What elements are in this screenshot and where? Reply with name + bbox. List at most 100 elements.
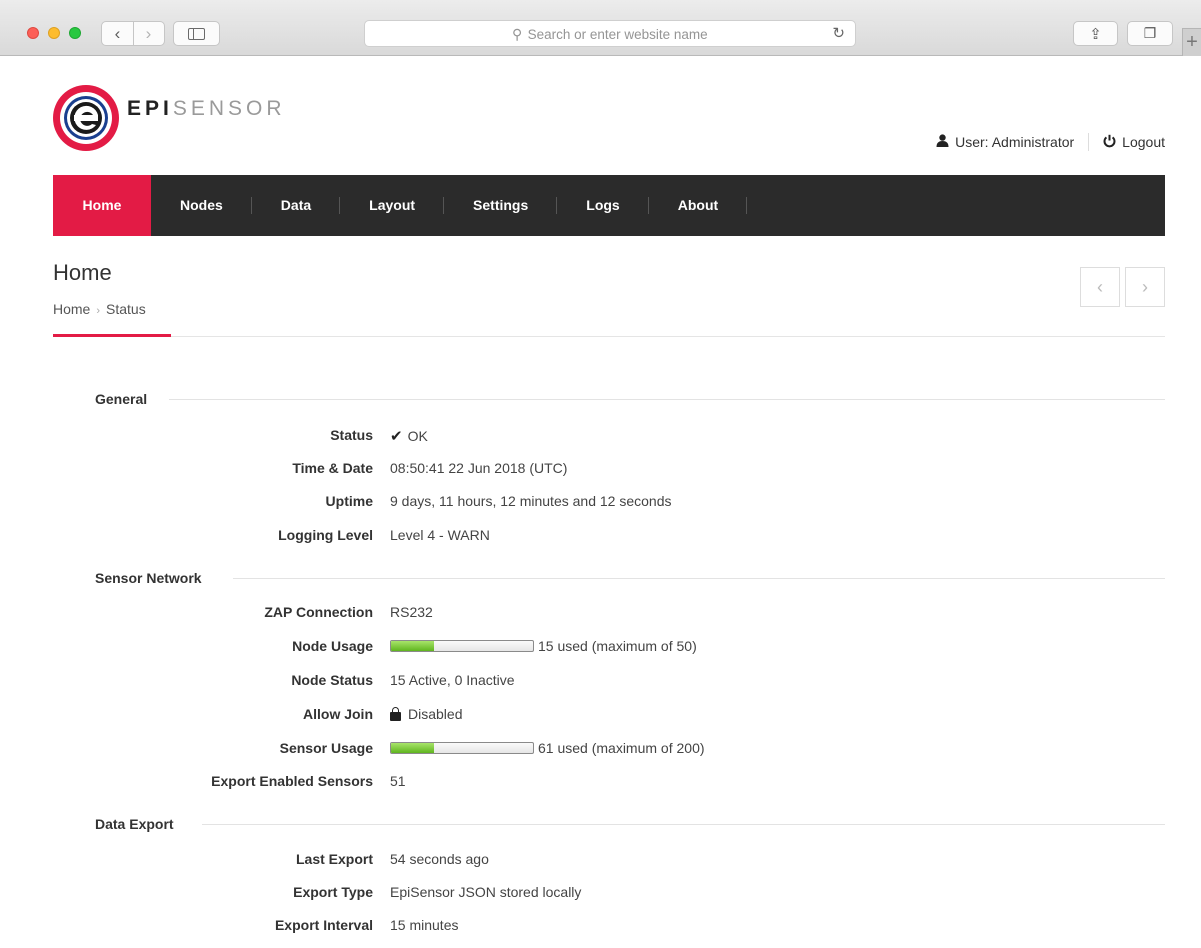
divider xyxy=(1088,133,1090,151)
next-page-button[interactable]: › xyxy=(1125,267,1165,307)
export-enabled-sensors-value: 51 xyxy=(390,773,406,789)
node-status-row: Node Status 15 Active, 0 Inactive xyxy=(0,672,1201,692)
status-row: Status ✔ OK xyxy=(0,427,1201,447)
power-icon xyxy=(1103,134,1116,151)
last-export-value: 54 seconds ago xyxy=(390,851,489,867)
breadcrumb-status: Status xyxy=(106,301,146,317)
zoom-window-button[interactable] xyxy=(69,27,81,39)
allow-join-row: Allow Join Disabled xyxy=(0,706,1201,726)
row-label: Status xyxy=(330,427,373,443)
user-icon xyxy=(936,134,949,150)
back-button[interactable]: ‹ xyxy=(102,22,134,45)
section-title-data-export: Data Export xyxy=(95,816,174,832)
history-nav-group: ‹ › xyxy=(101,21,165,46)
breadcrumb-home[interactable]: Home xyxy=(53,301,90,317)
search-icon: ⚲ xyxy=(512,26,523,42)
divider xyxy=(233,578,1165,579)
reload-icon[interactable]: ↻ xyxy=(832,24,845,42)
address-bar[interactable]: ⚲ Search or enter website name ↻ xyxy=(364,20,856,47)
status-value: OK xyxy=(407,428,428,444)
time-date-value: 08:50:41 22 Jun 2018 (UTC) xyxy=(390,460,568,476)
share-button[interactable]: ⇪ xyxy=(1073,21,1118,46)
user-bar: User: Administrator Logout xyxy=(936,133,1165,151)
nav-data[interactable]: Data xyxy=(252,175,341,236)
row-label: Node Usage xyxy=(292,638,373,654)
episensor-logo[interactable]: EPISENSOR xyxy=(53,85,286,151)
node-usage-value: 15 used (maximum of 50) xyxy=(538,638,697,654)
logout-link[interactable]: Logout xyxy=(1122,134,1165,150)
close-window-button[interactable] xyxy=(27,27,39,39)
logo-text-sensor: SENSOR xyxy=(172,96,286,120)
section-title-sensor-network: Sensor Network xyxy=(95,570,202,586)
divider xyxy=(202,824,1165,825)
row-label: Uptime xyxy=(325,493,373,509)
row-label: Time & Date xyxy=(292,460,373,476)
previous-page-button[interactable]: ‹ xyxy=(1080,267,1120,307)
chevron-right-icon: › xyxy=(96,305,101,317)
chevron-left-icon: ‹ xyxy=(1097,277,1103,297)
uptime-row: Uptime 9 days, 11 hours, 12 minutes and … xyxy=(0,493,1201,513)
nav-layout[interactable]: Layout xyxy=(340,175,445,236)
nav-home[interactable]: Home xyxy=(53,175,151,236)
chevron-left-icon: ‹ xyxy=(114,23,121,43)
export-type-value: EpiSensor JSON stored locally xyxy=(390,884,582,900)
sidebar-toggle-button[interactable] xyxy=(173,21,220,46)
node-usage-progress-bar xyxy=(390,640,534,652)
sensor-usage-progress-bar xyxy=(390,742,534,754)
row-label: Sensor Usage xyxy=(279,740,373,756)
export-interval-row: Export Interval 15 minutes xyxy=(0,917,1201,937)
divider xyxy=(169,399,1165,400)
node-status-value: 15 Active, 0 Inactive xyxy=(390,672,515,688)
sensor-usage-row: Sensor Usage 61 used (maximum of 200) xyxy=(0,740,1201,760)
nav-settings[interactable]: Settings xyxy=(444,175,558,236)
chevron-right-icon: › xyxy=(1142,277,1148,297)
row-label: ZAP Connection xyxy=(264,604,373,620)
export-enabled-sensors-row: Export Enabled Sensors 51 xyxy=(0,773,1201,793)
export-interval-value: 15 minutes xyxy=(390,917,459,933)
row-label: Export Enabled Sensors xyxy=(211,773,373,789)
row-label: Allow Join xyxy=(303,706,373,722)
nav-nodes[interactable]: Nodes xyxy=(151,175,252,236)
sensor-usage-value: 61 used (maximum of 200) xyxy=(538,740,705,756)
logging-level-row: Logging Level Level 4 - WARN xyxy=(0,527,1201,547)
last-export-row: Last Export 54 seconds ago xyxy=(0,851,1201,871)
tabs-overview-button[interactable]: ❐ xyxy=(1127,21,1173,46)
nav-logs[interactable]: Logs xyxy=(557,175,649,236)
export-type-row: Export Type EpiSensor JSON stored locall… xyxy=(0,884,1201,904)
page-title: Home xyxy=(53,260,112,285)
row-label: Last Export xyxy=(295,851,373,867)
sidebar-icon xyxy=(188,27,205,40)
browser-toolbar: ‹ › ⚲ Search or enter website name ↻ ⇪ ❐ … xyxy=(0,0,1201,56)
checkmark-icon: ✔ xyxy=(390,428,403,445)
tabs-icon: ❐ xyxy=(1143,25,1157,41)
uptime-value: 9 days, 11 hours, 12 minutes and 12 seco… xyxy=(390,493,672,509)
row-label: Node Status xyxy=(291,672,373,688)
main-nav: Home Nodes Data Layout Settings Logs Abo… xyxy=(53,175,1165,236)
node-usage-row: Node Usage 15 used (maximum of 50) xyxy=(0,638,1201,658)
address-placeholder: Search or enter website name xyxy=(527,27,708,42)
zap-connection-row: ZAP Connection RS232 xyxy=(0,604,1201,624)
logo-mark-icon xyxy=(53,85,119,151)
row-label: Logging Level xyxy=(278,527,373,543)
row-label: Export Interval xyxy=(274,917,373,933)
user-label[interactable]: User: Administrator xyxy=(955,134,1074,150)
lock-icon xyxy=(390,706,401,721)
minimize-window-button[interactable] xyxy=(48,27,60,39)
logging-level-value: Level 4 - WARN xyxy=(390,527,490,543)
new-tab-button[interactable]: + xyxy=(1182,28,1201,56)
title-underline xyxy=(53,334,171,337)
time-date-row: Time & Date 08:50:41 22 Jun 2018 (UTC) xyxy=(0,460,1201,480)
logo-text-epi: EPI xyxy=(127,96,173,120)
breadcrumb: Home › Status xyxy=(53,301,146,317)
progress-fill xyxy=(391,743,435,753)
chevron-right-icon: › xyxy=(145,23,152,43)
forward-button[interactable]: › xyxy=(133,22,164,45)
zap-connection-value: RS232 xyxy=(390,604,433,620)
allow-join-value: Disabled xyxy=(408,706,463,722)
nav-about[interactable]: About xyxy=(649,175,748,236)
share-icon: ⇪ xyxy=(1089,25,1102,43)
row-label: Export Type xyxy=(293,884,373,900)
progress-fill xyxy=(391,641,434,651)
divider xyxy=(53,336,1165,337)
section-title-general: General xyxy=(95,391,148,407)
